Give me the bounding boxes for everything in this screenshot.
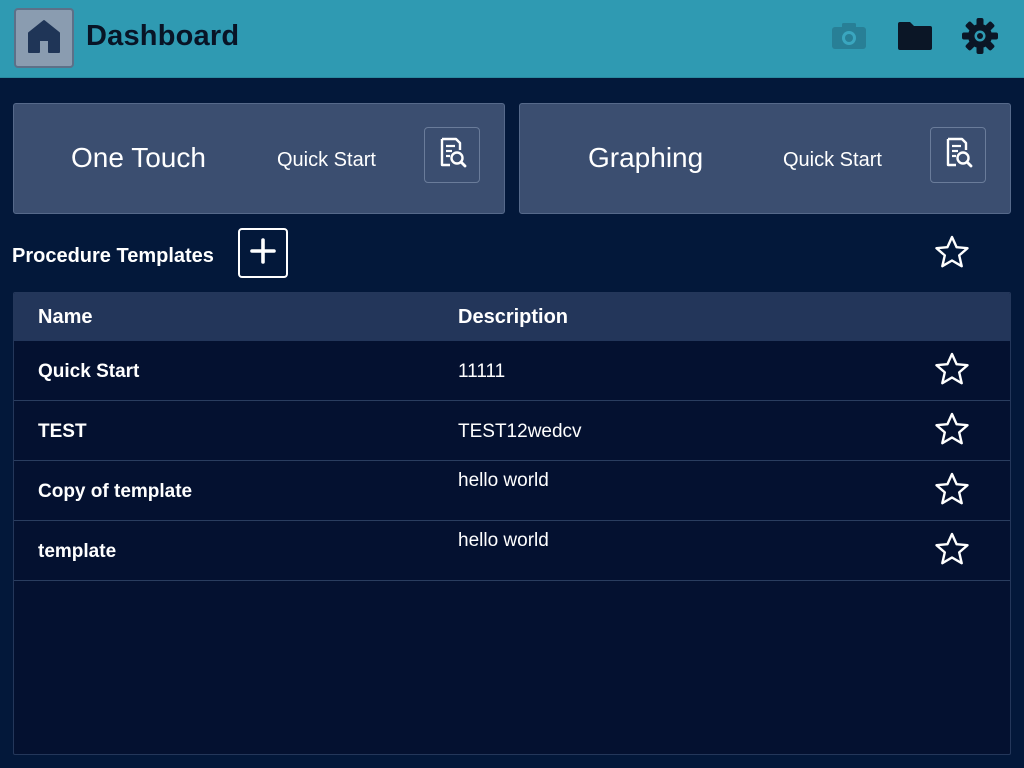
add-template-button[interactable] xyxy=(238,228,288,278)
home-button[interactable] xyxy=(14,8,74,68)
card-subtitle: Quick Start xyxy=(783,149,882,171)
card-title: One Touch xyxy=(71,142,206,173)
one-touch-browse-button[interactable] xyxy=(424,127,480,183)
row-name: Copy of template xyxy=(38,481,193,502)
plus-icon xyxy=(249,237,277,270)
page-title: Dashboard xyxy=(86,20,240,52)
favorite-toggle[interactable] xyxy=(932,412,972,451)
row-description: hello world xyxy=(458,530,549,551)
favorite-toggle[interactable] xyxy=(932,532,972,571)
row-name: Quick Start xyxy=(38,361,140,382)
star-outline-icon xyxy=(934,235,970,274)
favorite-toggle[interactable] xyxy=(932,472,972,511)
favorites-filter-button[interactable] xyxy=(932,234,972,274)
table-row[interactable]: Quick Start 11111 xyxy=(14,341,1010,401)
star-outline-icon xyxy=(934,532,970,571)
star-outline-icon xyxy=(934,412,970,451)
star-outline-icon xyxy=(934,352,970,391)
section-title: Procedure Templates xyxy=(12,245,214,267)
settings-button[interactable] xyxy=(960,17,1000,60)
home-icon xyxy=(24,16,64,61)
folder-button[interactable] xyxy=(895,18,935,58)
row-name: template xyxy=(38,541,117,562)
camera-icon xyxy=(830,21,868,56)
table-row[interactable]: TEST TEST12wedcv xyxy=(14,401,1010,461)
document-search-icon xyxy=(940,135,976,176)
star-outline-icon xyxy=(934,472,970,511)
row-description: TEST12wedcv xyxy=(458,421,582,442)
table-header: Name Description xyxy=(14,293,1010,341)
table-row[interactable]: template hello world xyxy=(14,521,1010,581)
table-row[interactable]: Copy of template hello world xyxy=(14,461,1010,521)
row-description: 11111 xyxy=(458,361,506,382)
favorite-toggle[interactable] xyxy=(932,352,972,391)
column-header-name[interactable]: Name xyxy=(38,306,92,329)
column-header-description[interactable]: Description xyxy=(458,306,568,329)
row-name: TEST xyxy=(38,421,87,442)
templates-table: Name Description Quick Start 11111 TEST … xyxy=(13,292,1011,755)
camera-button[interactable] xyxy=(829,18,869,58)
row-description: hello world xyxy=(458,470,549,491)
gear-icon xyxy=(961,17,999,60)
one-touch-card[interactable]: One Touch Quick Start xyxy=(13,103,505,214)
document-search-icon xyxy=(434,135,470,176)
folder-icon xyxy=(896,20,934,57)
graphing-card[interactable]: Graphing Quick Start xyxy=(519,103,1011,214)
graphing-browse-button[interactable] xyxy=(930,127,986,183)
card-title: Graphing xyxy=(588,142,704,173)
card-subtitle: Quick Start xyxy=(277,149,376,171)
app-header: Dashboard xyxy=(0,0,1024,78)
